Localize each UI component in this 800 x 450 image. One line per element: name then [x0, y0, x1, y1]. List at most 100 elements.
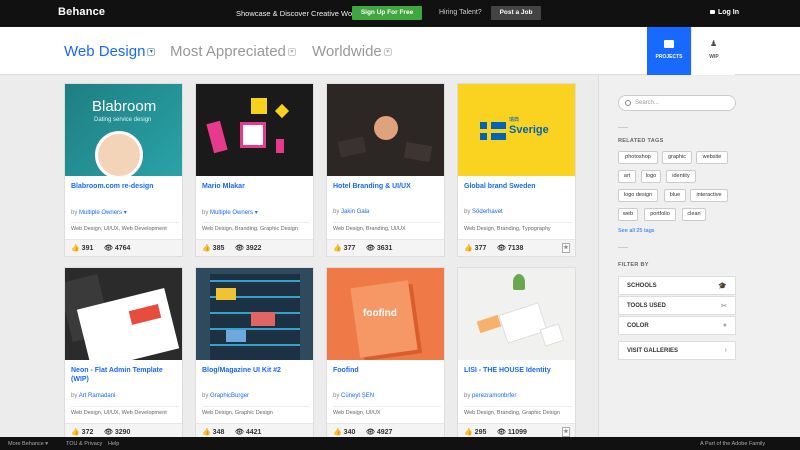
likes-value: 295 [474, 429, 487, 436]
tag-chip[interactable]: interactive [690, 189, 728, 202]
project-title[interactable]: Global brand Sweden [464, 182, 572, 191]
color-label: COLOR [627, 323, 649, 329]
project-stats: 👍 391 👁 4764 [65, 239, 182, 256]
project-card[interactable]: LISI - THE HOUSE Identity by perezramonb… [457, 267, 576, 441]
project-title[interactable]: Hotel Branding & UI/UX [333, 182, 441, 191]
tag-chip[interactable]: blue [664, 189, 686, 202]
project-thumbnail[interactable] [196, 268, 313, 360]
appreciations-count: 👍 377 [333, 245, 356, 252]
project-thumbnail[interactable]: Blabroom Dating service design [65, 84, 182, 176]
tag-chip[interactable]: art [618, 170, 636, 183]
owner-link[interactable]: Multiple Owners [210, 210, 253, 216]
schools-label: SCHOOLS [627, 283, 657, 289]
graduation-cap-icon: 🎓 [718, 283, 727, 290]
tag-chip[interactable]: logo [641, 170, 661, 183]
chevron-down-icon[interactable]: ▾ [255, 210, 258, 216]
appreciations-count: 👍 372 [71, 429, 94, 436]
tou-privacy-link[interactable]: TOU & Privacy [66, 441, 102, 447]
adobe-family-label: Part of the Adobe Family [704, 441, 766, 447]
chevron-down-icon: ▾ [147, 48, 156, 57]
likes-value: 340 [343, 429, 356, 436]
color-filter-button[interactable]: COLOR ● [618, 316, 736, 335]
project-thumbnail[interactable] [196, 84, 313, 176]
thumbnail-title: Blabroom [92, 98, 157, 115]
pink-tag-shape [276, 139, 284, 153]
related-tags-heading: RELATED TAGS [618, 138, 664, 144]
project-fields: Web Design, Graphic Design [202, 406, 310, 416]
tag-chip[interactable]: photoshop [618, 151, 658, 164]
project-thumbnail[interactable] [65, 268, 182, 360]
project-card[interactable]: Blabroom Dating service design Blabroom.… [64, 83, 183, 257]
portrait-illustration [95, 131, 143, 176]
project-title[interactable]: Blabroom.com re-design [71, 182, 179, 191]
project-card[interactable]: Hotel Branding & UI/UX by Jakin Gala Web… [326, 83, 445, 257]
appreciations-count: 👍 295 [464, 429, 487, 436]
help-link[interactable]: Help [108, 441, 119, 447]
tab-projects[interactable]: PROJECTS [647, 27, 691, 75]
more-behance-menu[interactable]: More Behance ▾ [8, 441, 48, 447]
search-input[interactable]: Search... [618, 95, 736, 111]
owner-link[interactable]: Cüneyt ŞEN [341, 393, 374, 399]
pink-card-shape [206, 120, 228, 154]
owner-link[interactable]: Art Ramadani [79, 393, 116, 399]
owner-link[interactable]: perezramonbrfer [472, 393, 516, 399]
owner-link[interactable]: Jakin Gala [341, 209, 369, 215]
project-title[interactable]: LISI - THE HOUSE Identity [464, 366, 572, 375]
tab-wip[interactable]: ♟ WIP [691, 27, 735, 75]
owner-prefix: by [333, 393, 340, 399]
project-card[interactable]: Mario Mlakar by Multiple Owners ▾ Web De… [195, 83, 314, 257]
appreciations-count: 👍 385 [202, 245, 225, 252]
project-owner: by perezramonbrfer [464, 393, 516, 399]
views-value: 3922 [245, 245, 262, 252]
project-owner: by Art Ramadani [71, 393, 115, 399]
location-filter-dropdown[interactable]: Worldwide ▾ [312, 43, 392, 60]
visit-galleries-button[interactable]: VISIT GALLERIES › [618, 341, 736, 360]
tag-chip[interactable]: web [618, 208, 638, 221]
project-thumbnail[interactable]: foofind [327, 268, 444, 360]
tab-projects-label: PROJECTS [655, 54, 683, 60]
project-card[interactable]: Blog/Magazine UI Kit #2 by GraphicBurger… [195, 267, 314, 441]
business-card-shape [337, 136, 367, 158]
views-count: 👁 4927 [366, 429, 393, 436]
tag-chip[interactable]: logo design [618, 189, 658, 202]
project-card[interactable]: foofind Foofind by Cüneyt ŞEN Web Design… [326, 267, 445, 441]
visit-galleries-label: VISIT GALLERIES [627, 348, 679, 354]
project-title[interactable]: Mario Mlakar [202, 182, 310, 191]
field-filter-dropdown[interactable]: Web Design ▾ [64, 43, 156, 60]
adobe-family-link[interactable]: A Part of the Adobe Family [700, 441, 765, 447]
login-label: Log In [718, 9, 739, 16]
project-stats: 👍 377 👁 7138 ★ [458, 239, 575, 256]
sign-up-button[interactable]: Sign Up For Free [352, 6, 422, 20]
device-mockup-shape [350, 280, 418, 358]
owner-link[interactable]: Multiple Owners [79, 210, 122, 216]
hotel-emblem-shape [374, 116, 398, 140]
field-filter-label: Web Design [64, 43, 146, 60]
behance-logo[interactable]: Behance [58, 6, 105, 18]
project-title[interactable]: Foofind [333, 366, 441, 375]
owner-link[interactable]: Söderhavet [472, 209, 503, 215]
likes-value: 385 [212, 245, 225, 252]
owner-prefix: by [464, 393, 471, 399]
login-link[interactable]: Log In [710, 9, 739, 16]
tag-chip[interactable]: identity [666, 170, 696, 183]
tools-used-filter-button[interactable]: TOOLS USED ✂ [618, 296, 736, 315]
see-all-tags-link[interactable]: See all 25 tags [618, 228, 654, 234]
tag-chip[interactable]: portfolio [644, 208, 676, 221]
project-thumbnail[interactable] [327, 84, 444, 176]
project-card[interactable]: Neon - Flat Admin Template (WIP) by Art … [64, 267, 183, 441]
schools-filter-button[interactable]: SCHOOLS 🎓 [618, 276, 736, 295]
project-title[interactable]: Neon - Flat Admin Template (WIP) [71, 366, 179, 384]
post-a-job-button[interactable]: Post a Job [491, 6, 541, 20]
project-thumbnail[interactable]: 瑞典 Sverige [458, 84, 575, 176]
project-thumbnail[interactable] [458, 268, 575, 360]
featured-ribbon-icon: ★ [562, 243, 570, 253]
owner-link[interactable]: GraphicBurger [210, 393, 249, 399]
project-title[interactable]: Blog/Magazine UI Kit #2 [202, 366, 310, 375]
project-card[interactable]: 瑞典 Sverige Global brand Sweden by Söderh… [457, 83, 576, 257]
tag-chip[interactable]: graphic [662, 151, 692, 164]
tag-chip[interactable]: clean [682, 208, 706, 221]
sort-filter-dropdown[interactable]: Most Appreciated ▾ [170, 43, 296, 60]
divider [618, 127, 628, 128]
chevron-down-icon[interactable]: ▾ [124, 210, 127, 216]
tag-chip[interactable]: website [696, 151, 728, 164]
